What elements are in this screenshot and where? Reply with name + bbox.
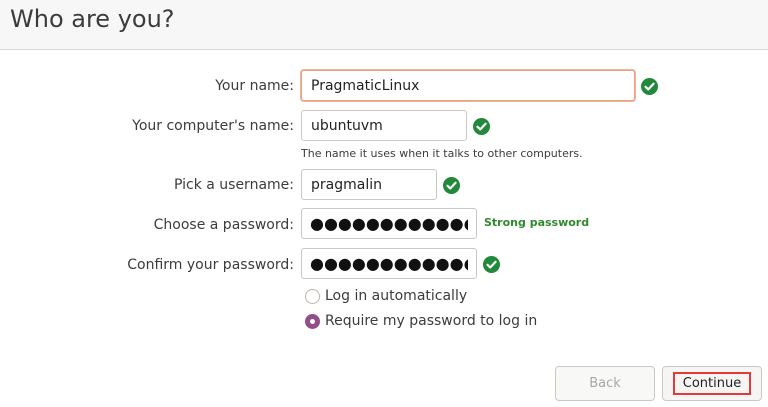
login-auto-radio[interactable]	[305, 288, 320, 304]
name-valid-check-icon	[641, 78, 658, 95]
header-bar: Who are you?	[0, 0, 768, 50]
username-label: Pick a username:	[173, 177, 294, 193]
confirm-password-valid-check-icon	[483, 256, 500, 273]
password-strength-label: Strong password	[484, 216, 590, 229]
continue-button[interactable]: Continue	[662, 366, 762, 401]
name-label: Your name:	[215, 78, 294, 94]
login-auto-label: Log in automatically	[325, 288, 468, 304]
login-auto-option[interactable]: Log in automatically	[305, 288, 467, 304]
page-title: Who are you?	[10, 5, 175, 33]
computer-name-label: Your computer's name:	[132, 118, 294, 134]
name-input[interactable]	[301, 70, 635, 101]
username-valid-check-icon	[443, 177, 460, 194]
confirm-password-label: Confirm your password:	[127, 257, 294, 273]
back-button[interactable]: Back	[555, 366, 655, 401]
username-input[interactable]	[301, 169, 437, 200]
confirm-password-input[interactable]	[301, 248, 477, 279]
continue-button-label: Continue	[672, 372, 752, 395]
require-password-option[interactable]: Require my password to log in	[305, 313, 537, 329]
require-password-radio[interactable]	[305, 313, 320, 329]
password-label: Choose a password:	[153, 217, 294, 233]
require-password-label: Require my password to log in	[325, 313, 538, 329]
computer-name-valid-check-icon	[473, 118, 490, 135]
computer-name-hint: The name it uses when it talks to other …	[301, 147, 583, 160]
computer-name-input[interactable]	[301, 110, 467, 141]
password-input[interactable]	[301, 208, 477, 239]
